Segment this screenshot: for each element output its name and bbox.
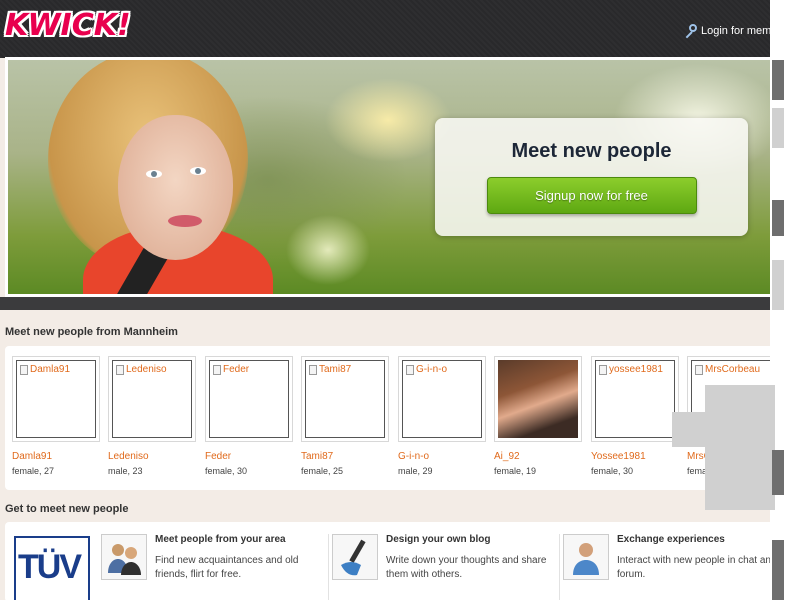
member-name[interactable]: G-i-n-o xyxy=(398,451,488,462)
member-meta: female, 27 xyxy=(12,466,55,476)
broken-image-icon: G-i-n-o xyxy=(406,364,447,375)
feature-title: Exchange experiences xyxy=(617,534,725,545)
broken-image-icon: Feder xyxy=(213,364,249,375)
members-section-title: Meet new people from Mannheim xyxy=(5,326,178,338)
broken-image-icon: Damla91 xyxy=(20,364,70,375)
member-photo[interactable]: yossee1981 xyxy=(591,356,679,442)
member-photo[interactable]: Tami87 xyxy=(301,356,389,442)
member-photo[interactable]: Feder xyxy=(205,356,293,442)
member-meta: female, 19 xyxy=(494,466,537,476)
member-card[interactable]: yossee1981 Yossee1981 female, 30 xyxy=(591,356,681,476)
people-icon xyxy=(101,534,147,580)
signup-button[interactable]: Signup now for free xyxy=(486,177,697,214)
member-card[interactable]: G-i-n-o G-i-n-o male, 29 xyxy=(398,356,488,476)
paintbrush-icon xyxy=(332,534,378,580)
broken-image-icon: Tami87 xyxy=(309,364,351,375)
artifact-block xyxy=(772,108,784,148)
artifact-block xyxy=(772,60,784,100)
artifact-block xyxy=(705,385,775,510)
member-name[interactable]: Ledeniso xyxy=(108,451,198,462)
member-name[interactable]: Tami87 xyxy=(301,451,391,462)
feature-text: Find new acquaintances and old friends, … xyxy=(155,555,299,580)
features-panel: TÜV Meet people from your area Find new … xyxy=(5,522,780,600)
feature-text: Interact with new people in chat and for… xyxy=(617,555,777,580)
member-meta: male, 29 xyxy=(398,466,433,476)
member-card[interactable]: Tami87 Tami87 female, 25 xyxy=(301,356,391,476)
feature-title: Design your own blog xyxy=(386,534,491,545)
lips xyxy=(168,215,202,227)
site-header: KWICK! Login for members xyxy=(0,0,800,58)
member-avatar-photo xyxy=(498,360,578,438)
hero-bottom-bar xyxy=(0,297,785,310)
member-meta: female, 25 xyxy=(301,466,344,476)
divider xyxy=(559,534,560,600)
artifact-block xyxy=(772,450,784,495)
features-section-title: Get to meet new people xyxy=(5,503,129,515)
member-meta: female, 30 xyxy=(205,466,248,476)
member-name[interactable]: Damla91 xyxy=(12,451,102,462)
eye-right xyxy=(190,167,206,175)
member-name[interactable]: Yossee1981 xyxy=(591,451,681,462)
artifact-block xyxy=(672,412,706,447)
member-photo[interactable] xyxy=(494,356,582,442)
artifact-block xyxy=(772,260,784,310)
feature-title: Meet people from your area xyxy=(155,534,286,545)
person-icon xyxy=(563,534,609,580)
broken-image-icon: yossee1981 xyxy=(599,364,663,375)
member-meta: female, 30 xyxy=(591,466,634,476)
member-card[interactable]: Ledeniso Ledeniso male, 23 xyxy=(108,356,198,476)
broken-image-icon: Ledeniso xyxy=(116,364,167,375)
kwick-logo[interactable]: KWICK! xyxy=(5,8,131,43)
member-card[interactable]: Ai_92 female, 19 xyxy=(494,356,584,476)
tuv-seal: TÜV xyxy=(14,536,90,600)
member-photo[interactable]: G-i-n-o xyxy=(398,356,486,442)
artifact-block xyxy=(772,200,784,236)
member-card[interactable]: Damla91 Damla91 female, 27 xyxy=(12,356,102,476)
feature-text: Write down your thoughts and share them … xyxy=(386,555,547,580)
artifact-block xyxy=(772,540,784,600)
hero-photo-face xyxy=(118,115,233,260)
hero-title: Meet new people xyxy=(511,140,672,162)
member-meta: male, 23 xyxy=(108,466,143,476)
members-panel: Damla91 Damla91 female, 27 Ledeniso Lede… xyxy=(5,346,780,490)
member-card[interactable]: Feder Feder female, 30 xyxy=(205,356,295,476)
eye-left xyxy=(146,170,162,178)
member-name[interactable]: Feder xyxy=(205,451,295,462)
divider xyxy=(328,534,329,600)
signup-card: Meet new people Signup now for free xyxy=(435,118,748,236)
hero-image: Meet new people Signup now for free xyxy=(8,60,782,294)
hero-banner: Meet new people Signup now for free xyxy=(5,57,785,297)
member-photo[interactable]: Damla91 xyxy=(12,356,100,442)
member-photo[interactable]: Ledeniso xyxy=(108,356,196,442)
key-icon xyxy=(683,24,697,39)
broken-image-icon: MrsCorbeau xyxy=(695,364,760,375)
member-name[interactable]: Ai_92 xyxy=(494,451,584,462)
